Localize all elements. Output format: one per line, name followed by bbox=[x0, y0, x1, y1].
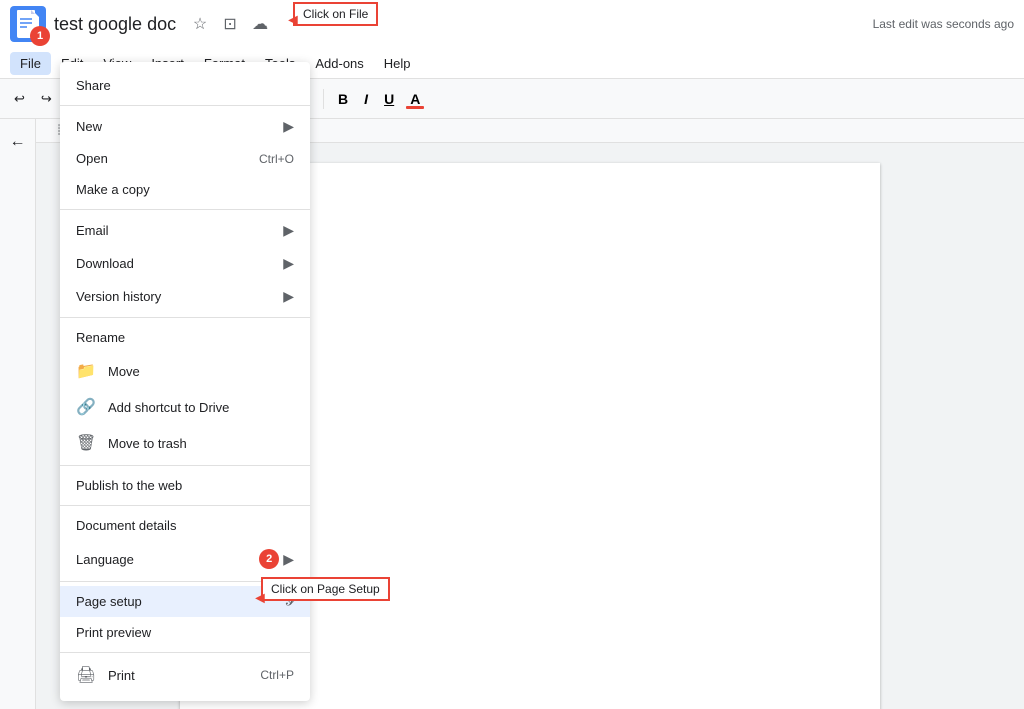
menu-item-new[interactable]: New ▶ bbox=[60, 110, 310, 143]
move-icon: 📁 bbox=[76, 361, 96, 381]
menu-section-print: 🖨 Print Ctrl+P bbox=[60, 653, 310, 697]
last-edit-text: Last edit was seconds ago bbox=[873, 17, 1014, 31]
page-setup-callout-box: Click on Page Setup bbox=[261, 577, 390, 601]
redo-btn[interactable]: ↪ bbox=[35, 87, 58, 111]
menu-item-make-copy[interactable]: Make a copy bbox=[60, 174, 310, 205]
menu-section-new: New ▶ Open Ctrl+O Make a copy bbox=[60, 106, 310, 210]
menu-section-details: Document details Language 2 ▶ bbox=[60, 506, 310, 582]
doc-title: test google doc bbox=[54, 14, 176, 35]
menu-item-share[interactable]: Share bbox=[60, 70, 310, 101]
toolbar-divider-4 bbox=[323, 89, 324, 109]
menu-item-help[interactable]: Help bbox=[374, 52, 421, 75]
language-label: Language bbox=[76, 552, 259, 567]
file-callout-arrow: ◄ bbox=[285, 12, 301, 30]
version-history-arrow: ▶ bbox=[283, 288, 294, 305]
print-preview-label: Print preview bbox=[76, 625, 294, 640]
add-shortcut-label: Add shortcut to Drive bbox=[108, 400, 294, 415]
underline-btn[interactable]: U bbox=[378, 89, 400, 109]
menu-item-print-preview[interactable]: Print preview bbox=[60, 617, 310, 648]
step1-badge: 1 bbox=[30, 26, 50, 46]
file-callout-text: Click on File bbox=[303, 7, 368, 21]
menu-item-move[interactable]: 📁 Move bbox=[60, 353, 310, 389]
download-arrow: ▶ bbox=[283, 255, 294, 272]
trash-icon: 🗑 bbox=[76, 433, 96, 453]
menu-item-version-history[interactable]: Version history ▶ bbox=[60, 280, 310, 313]
page-setup-label: Page setup bbox=[76, 594, 280, 609]
menu-section-rename: Rename 📁 Move 🔗 Add shortcut to Drive 🗑 … bbox=[60, 318, 310, 466]
cloud-icon[interactable]: ☁ bbox=[248, 12, 272, 36]
doc-icon-wrap: 1 bbox=[10, 6, 46, 42]
menu-item-language[interactable]: Language 2 ▶ bbox=[60, 541, 310, 577]
move-label: Move bbox=[108, 364, 294, 379]
menu-item-open[interactable]: Open Ctrl+O bbox=[60, 143, 310, 174]
menu-section-share: Share bbox=[60, 66, 310, 106]
print-icon: 🖨 bbox=[76, 665, 96, 685]
text-color-btn[interactable]: A bbox=[404, 89, 426, 109]
undo-btn[interactable]: ↩ bbox=[8, 87, 31, 111]
sidebar: ← bbox=[0, 119, 36, 709]
menu-item-download[interactable]: Download ▶ bbox=[60, 247, 310, 280]
new-arrow: ▶ bbox=[283, 118, 294, 135]
move-trash-label: Move to trash bbox=[108, 436, 294, 451]
page-setup-callout-text: Click on Page Setup bbox=[271, 582, 380, 596]
body-placeholder: append bbox=[220, 222, 840, 234]
italic-btn[interactable]: I bbox=[358, 89, 374, 109]
rename-label: Rename bbox=[76, 330, 294, 345]
menu-item-doc-details[interactable]: Document details bbox=[60, 510, 310, 541]
download-label: Download bbox=[76, 256, 283, 271]
title-icons: ☆ ⊡ ☁ bbox=[188, 12, 272, 36]
open-shortcut: Ctrl+O bbox=[259, 152, 294, 166]
file-callout-box: Click on File bbox=[293, 2, 378, 26]
menu-item-file[interactable]: File bbox=[10, 52, 51, 75]
menu-item-addons[interactable]: Add-ons bbox=[305, 52, 373, 75]
folder-icon[interactable]: ⊡ bbox=[218, 12, 242, 36]
step2-badge: 2 bbox=[259, 549, 279, 569]
star-icon[interactable]: ☆ bbox=[188, 12, 212, 36]
open-label: Open bbox=[76, 151, 259, 166]
print-label: Print bbox=[108, 668, 260, 683]
menu-item-print[interactable]: 🖨 Print Ctrl+P bbox=[60, 657, 310, 693]
doc-details-label: Document details bbox=[76, 518, 294, 533]
menu-item-email[interactable]: Email ▶ bbox=[60, 214, 310, 247]
back-btn[interactable]: ← bbox=[4, 129, 32, 155]
print-shortcut: Ctrl+P bbox=[260, 668, 294, 682]
bold-btn[interactable]: B bbox=[332, 89, 354, 109]
heading-placeholder: Heading bbox=[220, 203, 840, 218]
email-arrow: ▶ bbox=[283, 222, 294, 239]
file-dropdown-menu: Share New ▶ Open Ctrl+O Make a copy Emai… bbox=[60, 62, 310, 701]
version-history-label: Version history bbox=[76, 289, 283, 304]
menu-item-move-trash[interactable]: 🗑 Move to trash bbox=[60, 425, 310, 461]
email-label: Email bbox=[76, 223, 283, 238]
menu-section-email: Email ▶ Download ▶ Version history ▶ bbox=[60, 210, 310, 318]
language-arrow: ▶ bbox=[283, 551, 294, 568]
title-row: 1 test google doc ☆ ⊡ ☁ Last edit was se… bbox=[0, 0, 1024, 48]
page-setup-callout-arrow: ◄ bbox=[252, 590, 268, 608]
menu-item-publish[interactable]: Publish to the web bbox=[60, 470, 310, 501]
menu-item-add-shortcut[interactable]: 🔗 Add shortcut to Drive bbox=[60, 389, 310, 425]
menu-section-publish: Publish to the web bbox=[60, 466, 310, 506]
share-label: Share bbox=[76, 78, 294, 93]
shortcut-icon: 🔗 bbox=[76, 397, 96, 417]
menu-item-rename[interactable]: Rename bbox=[60, 322, 310, 353]
make-copy-label: Make a copy bbox=[76, 182, 294, 197]
new-label: New bbox=[76, 119, 283, 134]
publish-label: Publish to the web bbox=[76, 478, 294, 493]
